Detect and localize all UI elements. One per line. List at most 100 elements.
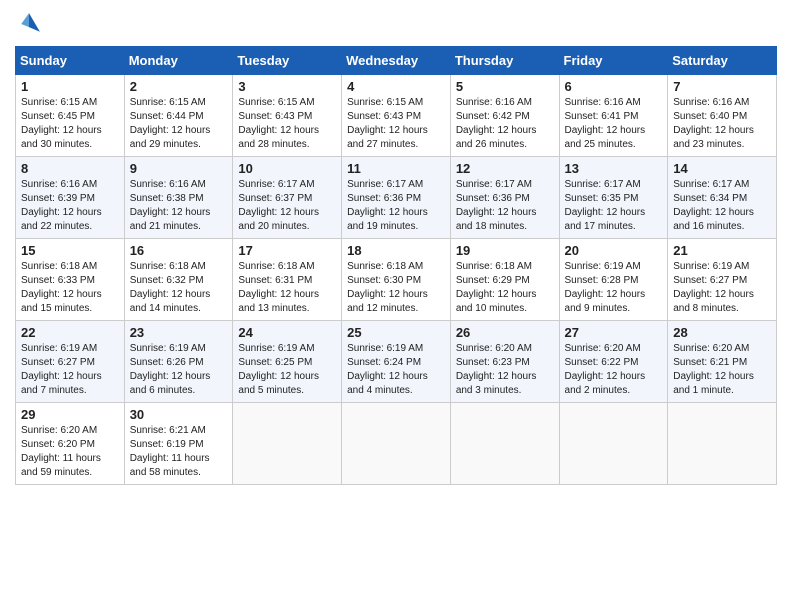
day-number: 1: [21, 79, 119, 94]
col-header-wednesday: Wednesday: [342, 47, 451, 75]
calendar-cell: 22 Sunrise: 6:19 AMSunset: 6:27 PMDayligh…: [16, 321, 125, 403]
calendar-cell: 2 Sunrise: 6:15 AMSunset: 6:44 PMDaylight…: [124, 75, 233, 157]
day-number: 20: [565, 243, 663, 258]
day-number: 6: [565, 79, 663, 94]
col-header-sunday: Sunday: [16, 47, 125, 75]
day-number: 26: [456, 325, 554, 340]
calendar-cell: 10 Sunrise: 6:17 AMSunset: 6:37 PMDayligh…: [233, 157, 342, 239]
calendar-cell: 26 Sunrise: 6:20 AMSunset: 6:23 PMDayligh…: [450, 321, 559, 403]
day-info: Sunrise: 6:19 AMSunset: 6:24 PMDaylight:…: [347, 342, 445, 398]
calendar-cell: 5Sunrise: 6:16 AMSunset: 6:42 PMDaylight…: [450, 75, 559, 157]
generalblue-logo-icon: [15, 10, 43, 38]
day-number: 21: [673, 243, 771, 258]
day-info: Sunrise: 6:19 AMSunset: 6:28 PMDaylight:…: [565, 260, 663, 316]
day-number: 12: [456, 161, 554, 176]
day-number: 27: [565, 325, 663, 340]
day-info: Sunrise: 6:19 AMSunset: 6:26 PMDaylight:…: [130, 342, 228, 398]
day-info: Sunrise: 6:20 AMSunset: 6:20 PMDaylight:…: [21, 424, 119, 480]
day-info: Sunrise: 6:15 AMSunset: 6:44 PMDaylight:…: [130, 96, 228, 152]
day-info: Sunrise: 6:18 AMSunset: 6:31 PMDaylight:…: [238, 260, 336, 316]
day-info: Sunrise: 6:16 AMSunset: 6:40 PMDaylight:…: [673, 96, 771, 152]
calendar-cell: 15 Sunrise: 6:18 AMSunset: 6:33 PMDayligh…: [16, 239, 125, 321]
calendar-cell: 20 Sunrise: 6:19 AMSunset: 6:28 PMDayligh…: [559, 239, 668, 321]
week-row-4: 22 Sunrise: 6:19 AMSunset: 6:27 PMDayligh…: [16, 321, 777, 403]
col-header-tuesday: Tuesday: [233, 47, 342, 75]
week-row-1: 1Sunrise: 6:15 AMSunset: 6:45 PMDaylight…: [16, 75, 777, 157]
week-row-5: 29 Sunrise: 6:20 AMSunset: 6:20 PMDayligh…: [16, 403, 777, 485]
calendar-table: SundayMondayTuesdayWednesdayThursdayFrid…: [15, 46, 777, 485]
calendar-cell: [450, 403, 559, 485]
day-info: Sunrise: 6:21 AMSunset: 6:19 PMDaylight:…: [130, 424, 228, 480]
calendar-cell: 1Sunrise: 6:15 AMSunset: 6:45 PMDaylight…: [16, 75, 125, 157]
day-info: Sunrise: 6:19 AMSunset: 6:25 PMDaylight:…: [238, 342, 336, 398]
calendar-cell: 16 Sunrise: 6:18 AMSunset: 6:32 PMDayligh…: [124, 239, 233, 321]
week-row-3: 15 Sunrise: 6:18 AMSunset: 6:33 PMDayligh…: [16, 239, 777, 321]
day-info: Sunrise: 6:16 AMSunset: 6:41 PMDaylight:…: [565, 96, 663, 152]
day-number: 13: [565, 161, 663, 176]
day-number: 18: [347, 243, 445, 258]
day-number: 28: [673, 325, 771, 340]
day-number: 10: [238, 161, 336, 176]
col-header-monday: Monday: [124, 47, 233, 75]
calendar-cell: 6 Sunrise: 6:16 AMSunset: 6:41 PMDaylight…: [559, 75, 668, 157]
day-number: 5: [456, 79, 554, 94]
day-info: Sunrise: 6:17 AMSunset: 6:36 PMDaylight:…: [456, 178, 554, 234]
calendar-cell: 21 Sunrise: 6:19 AMSunset: 6:27 PMDayligh…: [668, 239, 777, 321]
day-info: Sunrise: 6:19 AMSunset: 6:27 PMDaylight:…: [673, 260, 771, 316]
day-number: 11: [347, 161, 445, 176]
calendar-cell: 24 Sunrise: 6:19 AMSunset: 6:25 PMDayligh…: [233, 321, 342, 403]
day-info: Sunrise: 6:17 AMSunset: 6:34 PMDaylight:…: [673, 178, 771, 234]
day-number: 30: [130, 407, 228, 422]
calendar-cell: 19 Sunrise: 6:18 AMSunset: 6:29 PMDayligh…: [450, 239, 559, 321]
day-info: Sunrise: 6:19 AMSunset: 6:27 PMDaylight:…: [21, 342, 119, 398]
day-number: 15: [21, 243, 119, 258]
calendar-cell: 3 Sunrise: 6:15 AMSunset: 6:43 PMDaylight…: [233, 75, 342, 157]
calendar-cell: [668, 403, 777, 485]
day-number: 7: [673, 79, 771, 94]
day-number: 29: [21, 407, 119, 422]
day-number: 3: [238, 79, 336, 94]
header: [15, 10, 777, 38]
day-info: Sunrise: 6:20 AMSunset: 6:21 PMDaylight:…: [673, 342, 771, 398]
calendar-cell: 18 Sunrise: 6:18 AMSunset: 6:30 PMDayligh…: [342, 239, 451, 321]
page: SundayMondayTuesdayWednesdayThursdayFrid…: [0, 0, 792, 612]
calendar-cell: 27 Sunrise: 6:20 AMSunset: 6:22 PMDayligh…: [559, 321, 668, 403]
day-info: Sunrise: 6:16 AMSunset: 6:39 PMDaylight:…: [21, 178, 119, 234]
calendar-cell: 23 Sunrise: 6:19 AMSunset: 6:26 PMDayligh…: [124, 321, 233, 403]
calendar-header-row: SundayMondayTuesdayWednesdayThursdayFrid…: [16, 47, 777, 75]
day-number: 23: [130, 325, 228, 340]
calendar-cell: 30 Sunrise: 6:21 AMSunset: 6:19 PMDayligh…: [124, 403, 233, 485]
day-number: 24: [238, 325, 336, 340]
day-number: 22: [21, 325, 119, 340]
day-info: Sunrise: 6:16 AMSunset: 6:38 PMDaylight:…: [130, 178, 228, 234]
day-number: 2: [130, 79, 228, 94]
day-info: Sunrise: 6:15 AMSunset: 6:43 PMDaylight:…: [347, 96, 445, 152]
calendar-cell: 4 Sunrise: 6:15 AMSunset: 6:43 PMDaylight…: [342, 75, 451, 157]
day-info: Sunrise: 6:17 AMSunset: 6:37 PMDaylight:…: [238, 178, 336, 234]
calendar-cell: 11Sunrise: 6:17 AMSunset: 6:36 PMDayligh…: [342, 157, 451, 239]
day-number: 4: [347, 79, 445, 94]
day-info: Sunrise: 6:18 AMSunset: 6:33 PMDaylight:…: [21, 260, 119, 316]
day-info: Sunrise: 6:18 AMSunset: 6:29 PMDaylight:…: [456, 260, 554, 316]
calendar-cell: [233, 403, 342, 485]
day-info: Sunrise: 6:20 AMSunset: 6:22 PMDaylight:…: [565, 342, 663, 398]
day-info: Sunrise: 6:18 AMSunset: 6:30 PMDaylight:…: [347, 260, 445, 316]
col-header-thursday: Thursday: [450, 47, 559, 75]
week-row-2: 8Sunrise: 6:16 AMSunset: 6:39 PMDaylight…: [16, 157, 777, 239]
day-number: 14: [673, 161, 771, 176]
day-number: 25: [347, 325, 445, 340]
calendar-cell: 13Sunrise: 6:17 AMSunset: 6:35 PMDayligh…: [559, 157, 668, 239]
day-info: Sunrise: 6:20 AMSunset: 6:23 PMDaylight:…: [456, 342, 554, 398]
day-info: Sunrise: 6:18 AMSunset: 6:32 PMDaylight:…: [130, 260, 228, 316]
calendar-cell: 8Sunrise: 6:16 AMSunset: 6:39 PMDaylight…: [16, 157, 125, 239]
calendar-cell: 29 Sunrise: 6:20 AMSunset: 6:20 PMDayligh…: [16, 403, 125, 485]
calendar-cell: 14 Sunrise: 6:17 AMSunset: 6:34 PMDayligh…: [668, 157, 777, 239]
calendar-cell: 7 Sunrise: 6:16 AMSunset: 6:40 PMDaylight…: [668, 75, 777, 157]
day-number: 9: [130, 161, 228, 176]
day-number: 19: [456, 243, 554, 258]
day-number: 16: [130, 243, 228, 258]
calendar-cell: [559, 403, 668, 485]
day-info: Sunrise: 6:15 AMSunset: 6:43 PMDaylight:…: [238, 96, 336, 152]
calendar-cell: 9 Sunrise: 6:16 AMSunset: 6:38 PMDaylight…: [124, 157, 233, 239]
calendar-cell: [342, 403, 451, 485]
